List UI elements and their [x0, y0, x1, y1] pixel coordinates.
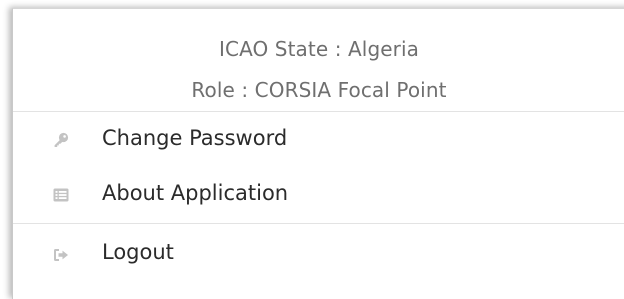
about-application-label: About Application	[102, 181, 289, 205]
user-dropdown-menu: ICAO State : Algeria Role : CORSIA Focal…	[12, 8, 624, 299]
user-info-header: ICAO State : Algeria Role : CORSIA Focal…	[13, 9, 624, 112]
key-icon	[53, 132, 69, 148]
change-password-item[interactable]: Change Password	[13, 112, 624, 167]
logout-item[interactable]: Logout	[13, 223, 624, 282]
list-icon	[53, 187, 69, 203]
about-application-item[interactable]: About Application	[13, 167, 624, 223]
role-text: Role : CORSIA Focal Point	[191, 78, 447, 102]
logout-label: Logout	[102, 240, 174, 264]
change-password-label: Change Password	[102, 126, 288, 150]
icao-state-text: ICAO State : Algeria	[219, 37, 419, 61]
sign-out-icon	[53, 247, 69, 263]
